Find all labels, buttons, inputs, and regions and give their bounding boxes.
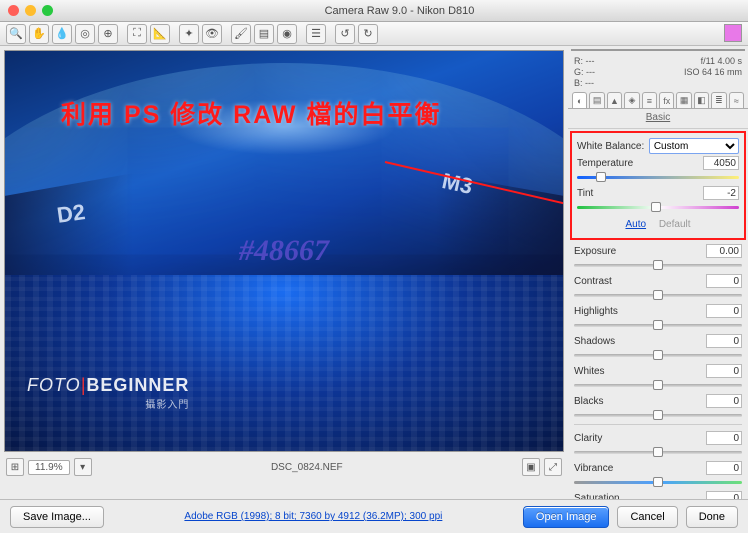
title-bar: Camera Raw 9.0 - Nikon D810	[0, 0, 748, 22]
highlights-label: Highlights	[574, 306, 702, 317]
toolbar: 🔍 ✋ 💧 ◎ ⊕ ⛶ 📐 ✦ 👁 🖌 ▤ ◉ ☰ ↺ ↻	[0, 22, 748, 46]
cancel-button[interactable]: Cancel	[617, 506, 677, 528]
tab-split[interactable]: ≡	[642, 92, 657, 108]
hand-tool-icon[interactable]: ✋	[29, 24, 49, 44]
contrast-slider[interactable]	[574, 290, 742, 300]
tab-fx[interactable]: ▦	[676, 92, 691, 108]
wb-eyedropper-icon[interactable]: 💧	[52, 24, 72, 44]
vibrance-value[interactable]: 0	[706, 461, 742, 475]
footer: Save Image... Adobe RGB (1998); 8 bit; 7…	[0, 499, 748, 533]
wb-label: White Balance:	[577, 141, 645, 152]
iso-focal: ISO 64 16 mm	[684, 67, 742, 77]
image-preview[interactable]: D2 M3 利用 PS 修改 RAW 檔的白平衡 #48667 FOTO|BEG…	[4, 50, 564, 452]
wb-select[interactable]: Custom	[649, 138, 739, 154]
blacks-label: Blacks	[574, 396, 702, 407]
shadows-value[interactable]: 0	[706, 334, 742, 348]
fullscreen-icon[interactable]: ⤢	[544, 458, 562, 476]
sign-d2: D2	[55, 199, 86, 229]
clarity-slider[interactable]	[574, 447, 742, 457]
exposure-value[interactable]: 0.00	[706, 244, 742, 258]
temperature-slider[interactable]	[577, 172, 739, 182]
prefs-icon[interactable]: ☰	[306, 24, 326, 44]
auto-link[interactable]: Auto	[625, 219, 646, 230]
filmstrip-toggle-icon[interactable]: ⊞	[6, 458, 24, 476]
temperature-label: Temperature	[577, 158, 699, 169]
rotate-ccw-icon[interactable]: ↺	[335, 24, 355, 44]
panel-tabs: ◐ ▤ ▲ ◈ ≡ fx ▦ ◧ ≣ ≈	[568, 90, 748, 109]
window-title: Camera Raw 9.0 - Nikon D810	[59, 5, 740, 17]
done-button[interactable]: Done	[686, 506, 738, 528]
exposure-label: Exposure	[574, 246, 702, 257]
blacks-slider[interactable]	[574, 410, 742, 420]
shadows-label: Shadows	[574, 336, 702, 347]
vibrance-label: Vibrance	[574, 463, 702, 474]
logo-part1: FOTO	[27, 375, 81, 395]
histogram[interactable]	[571, 49, 745, 51]
filename-label: DSC_0824.NEF	[96, 462, 518, 473]
window-controls	[8, 5, 53, 16]
save-image-button[interactable]: Save Image...	[10, 506, 104, 528]
whites-slider[interactable]	[574, 380, 742, 390]
tab-camera[interactable]: ◧	[694, 92, 709, 108]
clarity-label: Clarity	[574, 433, 702, 444]
tab-snapshots[interactable]: ≈	[729, 92, 744, 108]
watermark-logo: FOTO|BEGINNER 攝影入門	[27, 375, 189, 411]
zoom-menu-icon[interactable]: ▾	[74, 458, 92, 476]
temperature-value[interactable]: 4050	[703, 156, 739, 170]
redeye-tool-icon[interactable]: 👁	[202, 24, 222, 44]
tab-lens[interactable]: fx	[659, 92, 674, 108]
minimize-icon[interactable]	[25, 5, 36, 16]
rotate-cw-icon[interactable]: ↻	[358, 24, 378, 44]
annotation-headline: 利用 PS 修改 RAW 檔的白平衡	[61, 95, 441, 131]
aperture-shutter: f/11 4.00 s	[684, 56, 742, 66]
zoom-window-icon[interactable]	[42, 5, 53, 16]
exif-readout: R: --- G: --- B: --- f/11 4.00 s ISO 64 …	[568, 54, 748, 90]
tint-value[interactable]: -2	[703, 186, 739, 200]
whites-value[interactable]: 0	[706, 364, 742, 378]
close-icon[interactable]	[8, 5, 19, 16]
mark-swatch[interactable]	[724, 24, 742, 42]
contrast-label: Contrast	[574, 276, 702, 287]
logo-part2: BEGINNER	[86, 375, 189, 395]
adjustment-brush-icon[interactable]: 🖌	[231, 24, 251, 44]
tab-detail[interactable]: ▲	[607, 92, 622, 108]
contrast-value[interactable]: 0	[706, 274, 742, 288]
color-sampler-icon[interactable]: ◎	[75, 24, 95, 44]
panel-title: Basic	[568, 109, 748, 129]
zoom-tool-icon[interactable]: 🔍	[6, 24, 26, 44]
graduated-filter-icon[interactable]: ▤	[254, 24, 274, 44]
blacks-value[interactable]: 0	[706, 394, 742, 408]
vibrance-slider[interactable]	[574, 477, 742, 487]
status-bar: ⊞ 11.9% ▾ DSC_0824.NEF ▣ ⤢	[0, 456, 568, 478]
radial-filter-icon[interactable]: ◉	[277, 24, 297, 44]
tab-curve[interactable]: ▤	[589, 92, 604, 108]
crop-tool-icon[interactable]: ⛶	[127, 24, 147, 44]
tint-label: Tint	[577, 188, 699, 199]
wb-highlight-box: White Balance: Custom Temperature 4050 T…	[570, 131, 746, 240]
tab-basic[interactable]: ◐	[572, 92, 587, 108]
right-panel: R: --- G: --- B: --- f/11 4.00 s ISO 64 …	[568, 46, 748, 478]
preview-mode-icon[interactable]: ▣	[522, 458, 540, 476]
shadows-slider[interactable]	[574, 350, 742, 360]
clarity-value[interactable]: 0	[706, 431, 742, 445]
straighten-tool-icon[interactable]: 📐	[150, 24, 170, 44]
spot-removal-icon[interactable]: ✦	[179, 24, 199, 44]
target-adjust-icon[interactable]: ⊕	[98, 24, 118, 44]
open-image-button[interactable]: Open Image	[523, 506, 610, 528]
rgb-b: B: ---	[574, 78, 595, 88]
tab-presets[interactable]: ≣	[711, 92, 726, 108]
rgb-r: R: ---	[574, 56, 595, 66]
default-link[interactable]: Default	[659, 219, 691, 230]
zoom-level[interactable]: 11.9%	[28, 460, 70, 475]
logo-tagline: 攝影入門	[27, 396, 189, 411]
watermark-center: #48667	[239, 234, 329, 268]
exposure-slider[interactable]	[574, 260, 742, 270]
highlights-value[interactable]: 0	[706, 304, 742, 318]
workflow-options-link[interactable]: Adobe RGB (1998); 8 bit; 7360 by 4912 (3…	[184, 511, 442, 522]
whites-label: Whites	[574, 366, 702, 377]
rgb-g: G: ---	[574, 67, 595, 77]
tab-hsl[interactable]: ◈	[624, 92, 639, 108]
tint-slider[interactable]	[577, 202, 739, 212]
highlights-slider[interactable]	[574, 320, 742, 330]
